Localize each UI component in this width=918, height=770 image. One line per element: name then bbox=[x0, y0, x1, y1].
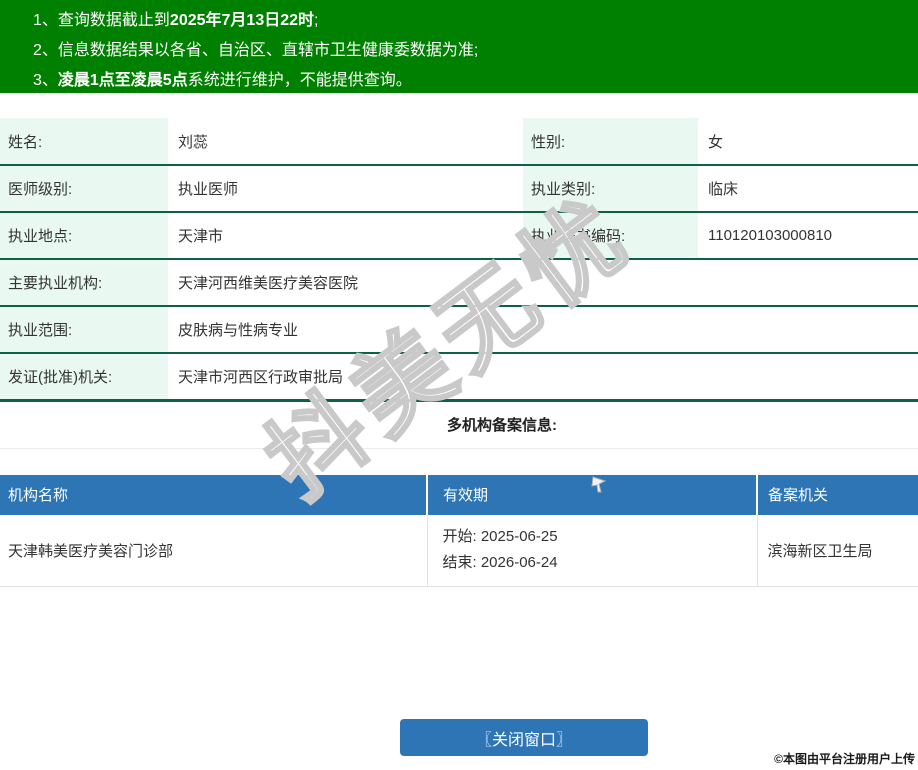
filing-table: 机构名称 有效期 备案机关 天津韩美医疗美容门诊部 开始: 2025-06-25… bbox=[0, 474, 918, 587]
cell-validity-period: 开始: 2025-06-25 结束: 2026-06-24 bbox=[427, 514, 758, 587]
query-result-page: 1、查询数据截止到2025年7月13日22时; 2、信息数据结果以各省、自治区、… bbox=[0, 0, 918, 770]
table-row: 姓名: 刘蕊 性别: 女 bbox=[0, 118, 918, 166]
field-value-gender: 女 bbox=[698, 118, 918, 166]
field-label-certificate-number: 执业证书编码: bbox=[523, 212, 698, 260]
notice-number: 2、 bbox=[33, 42, 58, 59]
filing-table-header-row: 机构名称 有效期 备案机关 bbox=[0, 474, 918, 515]
field-value-practice-location: 天津市 bbox=[168, 212, 523, 260]
field-value-practice-scope: 皮肤病与性病专业 bbox=[168, 306, 918, 354]
field-value-main-institution: 天津河西维美医疗美容医院 bbox=[168, 259, 918, 307]
cell-org-name: 天津韩美医疗美容门诊部 bbox=[0, 514, 428, 587]
field-label-practice-location: 执业地点: bbox=[0, 212, 168, 260]
close-window-button[interactable]: 〖关闭窗口〗 bbox=[400, 719, 648, 756]
notice-text: 信息数据结果以各省、自治区、直辖市卫生健康委数据为准; bbox=[57, 42, 479, 59]
table-row: 发证(批准)机关: 天津市河西区行政审批局 bbox=[0, 353, 918, 402]
period-end: 结束: 2026-06-24 bbox=[442, 554, 558, 572]
column-header-filing-authority: 备案机关 bbox=[757, 474, 918, 515]
field-label-name: 姓名: bbox=[0, 118, 168, 166]
column-header-org-name: 机构名称 bbox=[0, 474, 428, 515]
table-row: 医师级别: 执业医师 执业类别: 临床 bbox=[0, 165, 918, 213]
credit-watermark: ©本图由平台注册用户上传 bbox=[774, 752, 915, 766]
notice-text: ; bbox=[314, 12, 319, 29]
notice-text-bold: 凌晨1点至凌晨5点 bbox=[57, 72, 188, 89]
field-value-practice-category: 临床 bbox=[698, 165, 918, 213]
multi-institution-section-title: 多机构备案信息: bbox=[0, 402, 918, 449]
table-row: 执业地点: 天津市 执业证书编码: 110120103000810 bbox=[0, 212, 918, 260]
notice-text: 查询数据截止到 bbox=[57, 12, 170, 29]
field-value-certificate-number: 110120103000810 bbox=[698, 212, 918, 260]
notice-text-bold: 2025年7月13日22时 bbox=[169, 12, 315, 29]
table-row: 天津韩美医疗美容门诊部 开始: 2025-06-25 结束: 2026-06-2… bbox=[0, 514, 918, 587]
field-value-issuing-authority: 天津市河西区行政审批局 bbox=[168, 353, 918, 402]
field-label-gender: 性别: bbox=[523, 118, 698, 166]
notice-number: 3、 bbox=[33, 72, 58, 89]
field-label-issuing-authority: 发证(批准)机关: bbox=[0, 353, 168, 402]
notice-line-3: 3、凌晨1点至凌晨5点系统进行维护，不能提供查询。 bbox=[33, 66, 918, 96]
field-label-doctor-level: 医师级别: bbox=[0, 165, 168, 213]
field-label-practice-category: 执业类别: bbox=[523, 165, 698, 213]
practitioner-info-table: 姓名: 刘蕊 性别: 女 医师级别: 执业医师 执业类别: 临床 执业地点: 天… bbox=[0, 118, 918, 402]
field-label-practice-scope: 执业范围: bbox=[0, 306, 168, 354]
cell-filing-authority: 滨海新区卫生局 bbox=[757, 514, 918, 587]
table-row: 主要执业机构: 天津河西维美医疗美容医院 bbox=[0, 259, 918, 307]
notice-line-2: 2、信息数据结果以各省、自治区、直辖市卫生健康委数据为准; bbox=[33, 36, 918, 66]
notice-line-1: 1、查询数据截止到2025年7月13日22时; bbox=[33, 6, 918, 36]
field-value-doctor-level: 执业医师 bbox=[168, 165, 523, 213]
mouse-cursor-icon bbox=[591, 476, 607, 499]
notice-number: 1、 bbox=[33, 12, 58, 29]
table-row: 执业范围: 皮肤病与性病专业 bbox=[0, 306, 918, 354]
field-label-main-institution: 主要执业机构: bbox=[0, 259, 168, 307]
field-value-name: 刘蕊 bbox=[168, 118, 523, 166]
notice-text: 系统进行维护，不能提供查询。 bbox=[187, 72, 412, 89]
period-start: 开始: 2025-06-25 bbox=[442, 528, 558, 546]
notice-banner: 1、查询数据截止到2025年7月13日22时; 2、信息数据结果以各省、自治区、… bbox=[0, 0, 918, 93]
